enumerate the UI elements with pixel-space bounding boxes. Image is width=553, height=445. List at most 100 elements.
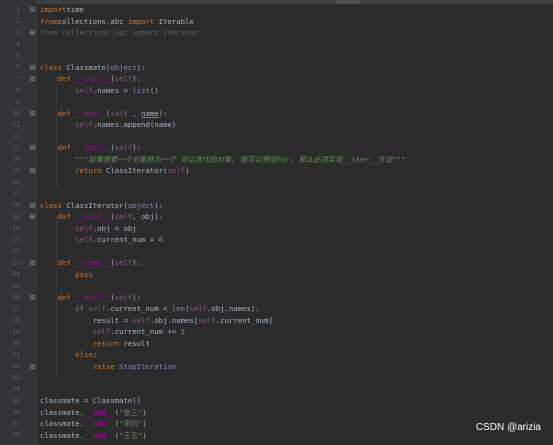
fold-toggle-icon[interactable] <box>30 145 35 150</box>
code-token: StopIteration <box>119 361 177 371</box>
code-token: .obj = obj <box>92 223 137 233</box>
line-number: 25 <box>12 281 20 290</box>
code-token: """如果想要一个对象称为一个 可以迭代的对象, 既可以使用for, 那么必须实… <box>75 154 406 164</box>
code-token: .names.append(name) <box>92 120 177 129</box>
fold-toggle-icon[interactable] <box>30 294 35 300</box>
line-number: 15 <box>12 166 20 175</box>
line-number: 22 <box>12 247 20 255</box>
line-number: 34 <box>12 385 20 393</box>
code-token: __add__ <box>75 108 106 118</box>
code-token: : <box>92 350 98 359</box>
code-token: Classmate( <box>66 62 111 72</box>
code-token: def <box>57 258 76 267</box>
editor-tab[interactable] <box>336 0 360 4</box>
code-token: result = <box>40 315 133 325</box>
line-number: 35 <box>12 396 20 405</box>
line-number: 10 <box>12 109 20 117</box>
code-token: return <box>75 166 106 175</box>
line-number: 14 <box>12 155 20 163</box>
code-token: def <box>57 292 76 302</box>
code-line: classmate.__add__("李四") <box>40 418 147 429</box>
code-token: name <box>141 108 159 118</box>
line-number: 5 <box>16 51 20 60</box>
line-number: 19 <box>12 212 20 221</box>
fold-toggle-icon[interactable] <box>30 110 35 116</box>
fold-toggle-icon[interactable] <box>30 30 35 35</box>
code-editor[interactable]: 1 2 3 4 5 6 7 8 9 10 11 12 13 14 15 16 17 18 19 20 21 22 23 24 2… <box>0 0 553 445</box>
code-token: ): <box>158 108 168 118</box>
code-token: self <box>114 74 133 83</box>
line-number: 23 <box>12 258 20 267</box>
code-token: ): <box>132 258 142 267</box>
code-token: def <box>57 212 76 221</box>
line-number: 20 <box>12 224 20 232</box>
fold-toggle-icon[interactable] <box>30 214 35 219</box>
code-token: class <box>40 62 67 72</box>
code-token: self <box>114 212 133 221</box>
code-token: self <box>75 120 93 129</box>
line-number: 12 <box>12 132 20 140</box>
code-token: __next__ <box>75 292 111 302</box>
code-token: self <box>132 315 150 325</box>
line-number: 33 <box>12 373 20 382</box>
code-token: self <box>110 108 128 118</box>
line-number: 37 <box>12 419 20 428</box>
fold-toggle-icon[interactable] <box>30 202 35 208</box>
code-token: __iter__ <box>75 258 111 267</box>
code-token: Iterable <box>154 16 194 26</box>
code-token: .obj.names): <box>207 304 260 313</box>
line-number: 4 <box>16 40 20 48</box>
code-token: raise <box>92 361 120 371</box>
code-line: def __add__(self , name): <box>40 108 168 119</box>
csdn-watermark: CSDN @arizia <box>475 422 541 433</box>
code-token: ): <box>136 62 146 72</box>
code-token: collections.abc <box>57 16 128 26</box>
code-token: classmate = Classmate() <box>40 396 142 405</box>
code-line: return result <box>40 338 150 349</box>
code-token: ) <box>142 407 147 417</box>
code-token: ) <box>142 419 147 428</box>
fold-toggle-icon[interactable] <box>30 363 35 369</box>
line-number: 29 <box>12 327 20 336</box>
code-token: import <box>40 5 67 14</box>
code-token: __add__ <box>83 419 115 428</box>
code-token: ) <box>142 430 147 440</box>
code-line: self.current_num = 0 <box>40 234 163 245</box>
line-number: 28 <box>12 316 20 324</box>
line-number: 31 <box>12 350 20 359</box>
line-number: 11 <box>12 120 20 129</box>
line-number: 30 <box>12 339 20 347</box>
code-token: time <box>66 5 84 14</box>
code-line: if self.current_num < len(self.obj.names… <box>40 303 260 314</box>
code-token: def <box>57 143 76 152</box>
code-token: classmate. <box>40 407 84 417</box>
fold-toggle-icon[interactable] <box>30 7 35 12</box>
code-line: self.obj = obj <box>40 223 137 234</box>
fold-toggle-icon[interactable] <box>30 260 35 265</box>
fold-toggle-icon[interactable] <box>30 168 35 173</box>
line-number: 24 <box>12 270 20 278</box>
code-token: __init__ <box>75 212 111 221</box>
code-token: list <box>132 85 150 95</box>
code-token: .names = <box>92 85 133 95</box>
line-number: 6 <box>16 63 20 71</box>
line-number: 17 <box>12 189 20 198</box>
line-number: 9 <box>16 97 20 106</box>
fold-toggle-icon[interactable] <box>30 76 35 81</box>
code-line: result = self.obj.names[self.current_num… <box>40 315 273 326</box>
code-line: classmate.__add__("张三") <box>40 407 147 418</box>
fold-toggle-icon[interactable] <box>30 64 35 70</box>
code-token: self <box>198 315 216 325</box>
